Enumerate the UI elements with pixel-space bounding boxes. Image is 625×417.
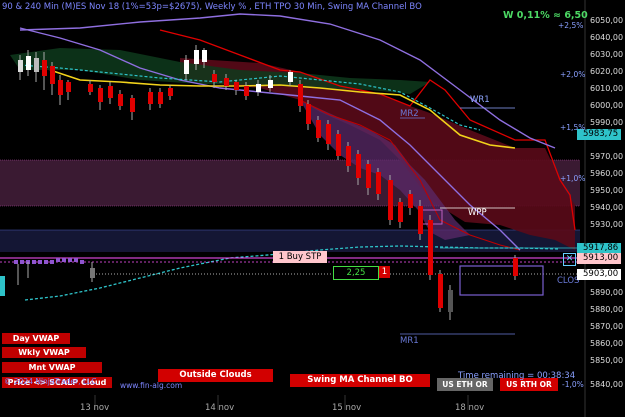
date-label: 18 nov xyxy=(455,403,485,413)
date-label: 14 nov xyxy=(205,403,235,413)
axis-price: 5890,00 xyxy=(590,288,624,297)
mnt-vwap-button[interactable]: Mnt VWAP xyxy=(2,362,102,373)
axis-price: 5880,00 xyxy=(590,305,624,314)
axis-price: 5970,00 xyxy=(590,152,624,161)
last-price-tag: 5903,00 xyxy=(577,269,621,280)
axis-price: 5840,00 xyxy=(590,380,624,389)
axis-price: 5870,00 xyxy=(590,322,624,331)
axis-price: 5940,00 xyxy=(590,203,624,212)
axis-price: 5850,00 xyxy=(590,356,624,365)
close-order-icon[interactable]: ✕ xyxy=(563,253,576,266)
day-vwap-button[interactable]: Day VWAP xyxy=(2,333,70,344)
axis-price: 6020,00 xyxy=(590,67,624,76)
lower-value-zone xyxy=(0,230,580,252)
price-chart[interactable] xyxy=(0,0,625,417)
pct-label: +1,5% xyxy=(560,123,586,132)
position-price[interactable]: 2,25 xyxy=(333,266,379,280)
axis-price: 6030,00 xyxy=(590,50,624,59)
axis-price: 5990,00 xyxy=(590,118,624,127)
green-cloud xyxy=(10,48,430,94)
weekly-readout: W 0,11% ≈ 6,50 xyxy=(503,10,588,21)
mr1-label: MR1 xyxy=(400,336,419,346)
pct-label: +1,0% xyxy=(560,174,586,183)
date-label: 15 nov xyxy=(332,403,362,413)
order-price-tag: 5913,00 xyxy=(577,253,621,264)
axis-price: 5860,00 xyxy=(590,339,624,348)
date-label: 13 nov xyxy=(80,403,110,413)
range-box xyxy=(459,265,544,296)
pct-label: -1,0% xyxy=(562,380,584,389)
buy-stop-order[interactable]: 1 Buy STP xyxy=(273,251,327,263)
mr2-label: MR2 xyxy=(400,109,419,119)
axis-price: 6000,00 xyxy=(590,101,624,110)
wr1-label: WR1 xyxy=(470,95,490,105)
axis-price: 5960,00 xyxy=(590,169,624,178)
axis-price: 6040,00 xyxy=(590,33,624,42)
axis-price: 6010,00 xyxy=(590,84,624,93)
pct-label: +2,5% xyxy=(558,21,584,30)
axis-price: 5950,00 xyxy=(590,186,624,195)
cyan-marker xyxy=(0,276,5,296)
pct-label: +2,0% xyxy=(560,70,586,79)
chart-title: 90 & 240 Min (M)ES Nov 18 (1%=53p=$2675)… xyxy=(2,2,422,12)
tpo-dots xyxy=(14,258,84,264)
website-text: www.fin-alg.com xyxy=(120,381,183,390)
wpp-label: WPP xyxy=(468,208,487,218)
axis-price: 5930,00 xyxy=(590,220,624,229)
copyright-text: © 2024 NinjaTrader, LLC xyxy=(4,377,97,386)
axis-price: 6050,00 xyxy=(590,16,624,25)
wkly-vwap-button[interactable]: Wkly VWAP xyxy=(2,347,86,358)
swing-ma-channel-button[interactable]: Swing MA Channel BO xyxy=(290,374,430,387)
time-remaining: Time remaining = 00:38:34 xyxy=(458,371,576,381)
position-quantity[interactable]: 1 xyxy=(379,266,390,278)
